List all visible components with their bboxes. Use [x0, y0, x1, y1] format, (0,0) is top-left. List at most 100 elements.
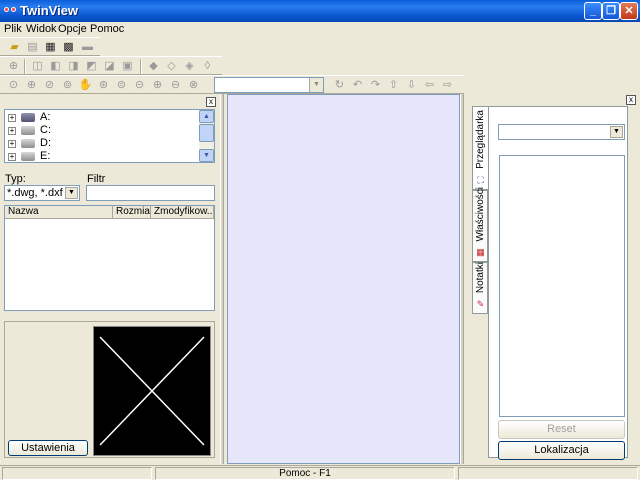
print-icon[interactable]: ▦ [43, 40, 58, 54]
pencil-icon: ✎ [476, 299, 485, 309]
view-back-icon[interactable]: ◩ [84, 59, 99, 73]
menu-pomoc[interactable]: Pomoc [90, 23, 124, 35]
status-help: Pomoc - F1 [155, 467, 455, 480]
file-list[interactable]: Nazwa Rozmiar Zmodyfikow... [4, 205, 215, 311]
browser-list[interactable] [499, 155, 625, 417]
tab-properties[interactable]: Właściwości ▦ [472, 186, 488, 262]
floppy-drive-icon [21, 113, 35, 122]
properties-icon: ▦ [476, 247, 485, 257]
scroll-down-icon[interactable]: ▼ [199, 149, 214, 162]
zoom-in-icon[interactable]: ⊕ [24, 78, 39, 92]
menu-opcje[interactable]: Opcje [58, 23, 87, 35]
tree-scrollbar[interactable]: ▲ ▼ [199, 110, 214, 162]
view-front-icon[interactable]: ◧ [48, 59, 63, 73]
arrow-right-icon[interactable]: ⇨ [440, 78, 455, 92]
minimize-button[interactable]: _ [584, 2, 602, 20]
pan-icon[interactable]: ✋ [78, 78, 93, 92]
scroll-thumb[interactable] [199, 124, 214, 142]
maximize-button[interactable]: ❐ [602, 2, 620, 20]
hidden-line-icon[interactable]: ◈ [182, 59, 197, 73]
window-title: TwinView [20, 3, 79, 18]
file-type-value: *.dwg, *.dxf [7, 187, 63, 199]
hard-drive-icon [21, 126, 35, 135]
expand-icon[interactable]: + [8, 114, 16, 122]
zoom-extents-icon[interactable]: ⊜ [114, 78, 129, 92]
zoom-dynamic-icon[interactable]: ⊚ [60, 78, 75, 92]
rotate-right-icon[interactable]: ↷ [368, 78, 383, 92]
arrow-left-icon[interactable]: ⇦ [422, 78, 437, 92]
hard-drive-icon [21, 152, 35, 161]
close-button[interactable]: ✕ [620, 2, 638, 20]
arrow-up-icon[interactable]: ⇧ [386, 78, 401, 92]
left-splitter[interactable] [220, 94, 224, 464]
column-size[interactable]: Rozmiar [113, 206, 151, 219]
expand-icon[interactable]: + [8, 127, 16, 135]
column-name[interactable]: Nazwa [5, 206, 113, 219]
drive-label: A: [40, 111, 51, 123]
open-folder-icon[interactable]: ▰ [7, 40, 22, 54]
zoom-toolbar: ⊙ ⊕ ⊘ ⊚ ✋ ⊛ ⊜ ⊝ ⊕ ⊖ ⊗ ▼ ↻ ↶ ↷ ⇧ ⇩ ⇦ ⇨ [0, 75, 464, 94]
zoom-realtime-icon[interactable]: ⊗ [186, 78, 201, 92]
zoom-minus-icon[interactable]: ⊖ [168, 78, 183, 92]
chevron-down-icon[interactable]: ▼ [309, 78, 323, 92]
wireframe-icon[interactable]: ◇ [164, 59, 179, 73]
chevron-down-icon[interactable]: ▼ [610, 126, 623, 138]
file-toolbar: ▰ ▤ ▦ ▩ ▬ [0, 37, 100, 56]
type-label: Typ: [5, 173, 26, 185]
view-iso-icon[interactable]: ▣ [120, 59, 135, 73]
rotate-left-icon[interactable]: ↶ [350, 78, 365, 92]
file-type-select[interactable]: *.dwg, *.dxf ▼ [4, 185, 80, 201]
print-setup-icon[interactable]: ▩ [61, 40, 76, 54]
tab-browser[interactable]: Przeglądarka ⛶ [472, 106, 488, 190]
browser-tab-page: ▼ Reset Lokalizacja [488, 106, 628, 460]
drive-label: C: [40, 124, 51, 136]
status-pane-left [2, 467, 152, 480]
left-panel-close-button[interactable]: x [206, 97, 216, 107]
locate-button[interactable]: Lokalizacja [498, 441, 625, 460]
menu-plik[interactable]: Plik [4, 23, 22, 35]
zoom-plus-icon[interactable]: ⊕ [150, 78, 165, 92]
status-bar: Pomoc - F1 [0, 465, 640, 480]
zoom-all-icon[interactable]: ⊝ [132, 78, 147, 92]
menu-widok[interactable]: Widok [26, 23, 57, 35]
no-preview-cross-icon [99, 336, 205, 446]
right-panel-close-button[interactable]: x [626, 95, 636, 105]
drive-label: D: [40, 137, 51, 149]
title-bar[interactable]: TwinView _ ❐ ✕ [0, 0, 640, 22]
scroll-up-icon[interactable]: ▲ [199, 110, 214, 123]
expand-icon[interactable]: + [8, 140, 16, 148]
reset-button[interactable]: Reset [498, 420, 625, 439]
browser-select[interactable]: ▼ [498, 124, 625, 140]
print-preview-icon[interactable]: ▤ [25, 40, 40, 54]
render-icon[interactable]: ◊ [200, 59, 215, 73]
chevron-down-icon[interactable]: ▼ [65, 187, 78, 199]
arrow-down-icon[interactable]: ⇩ [404, 78, 419, 92]
column-modified[interactable]: Zmodyfikow... [151, 206, 214, 219]
zoom-level-select[interactable]: ▼ [214, 77, 324, 93]
thumbnail-preview [93, 326, 211, 456]
zoom-icon[interactable]: ⊙ [6, 78, 21, 92]
drive-tree[interactable]: + A: + C: + D: + E: + F: [4, 109, 215, 163]
rotate-icon[interactable]: ↻ [332, 78, 347, 92]
view-top-icon[interactable]: ◫ [30, 59, 45, 73]
inspector-panel: x Przeglądarka ⛶ Właściwości ▦ Notatki ✎… [464, 94, 640, 464]
drawing-canvas[interactable] [227, 94, 460, 464]
tab-notes[interactable]: Notatki ✎ [472, 262, 488, 314]
filter-input[interactable] [86, 185, 215, 201]
view-3d-icon[interactable]: ⊕ [6, 59, 21, 73]
view-side-icon[interactable]: ◨ [66, 59, 81, 73]
shade-icon[interactable]: ◆ [146, 59, 161, 73]
layout-icon[interactable]: ▬ [80, 40, 95, 54]
toolbar-separator [24, 59, 26, 74]
tab-label: Przeglądarka [475, 110, 486, 169]
tab-label: Właściwości [475, 186, 486, 241]
settings-button[interactable]: Ustawienia [8, 440, 88, 456]
tab-label: Notatki [475, 261, 486, 293]
app-logo-icon [4, 7, 18, 15]
expand-icon[interactable]: + [8, 153, 16, 161]
status-pane-right [458, 467, 638, 480]
view-bottom-icon[interactable]: ◪ [102, 59, 117, 73]
zoom-window-icon[interactable]: ⊘ [42, 78, 57, 92]
zoom-previous-icon[interactable]: ⊛ [96, 78, 111, 92]
drive-label: E: [40, 150, 51, 162]
